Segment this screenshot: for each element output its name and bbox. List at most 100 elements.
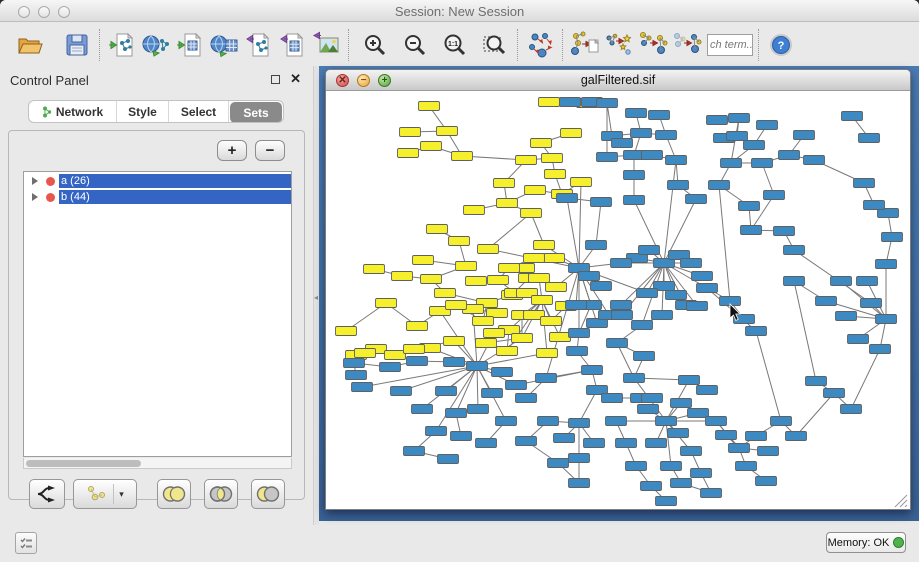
network-node-blue[interactable]: [806, 377, 827, 386]
zoom-out-button[interactable]: [398, 28, 432, 62]
network-node-blue[interactable]: [746, 432, 767, 441]
tab-style[interactable]: Style: [117, 101, 169, 122]
network-node-blue[interactable]: [516, 394, 537, 403]
network-node-blue[interactable]: [861, 299, 882, 308]
network-node-blue[interactable]: [692, 272, 713, 281]
set-union-button[interactable]: [157, 479, 191, 509]
export-table-button[interactable]: [275, 28, 309, 62]
network-node-blue[interactable]: [352, 383, 373, 392]
network-node-yellow[interactable]: [464, 206, 485, 215]
network-node-yellow[interactable]: [525, 186, 546, 195]
set-difference-button[interactable]: [251, 479, 285, 509]
network-node-yellow[interactable]: [561, 129, 582, 138]
set-row-a[interactable]: a (26): [24, 174, 291, 188]
network-node-yellow[interactable]: [413, 256, 434, 265]
network-node-yellow[interactable]: [400, 128, 421, 137]
network-node-blue[interactable]: [752, 159, 773, 168]
float-panel-icon[interactable]: [271, 75, 280, 84]
network-node-blue[interactable]: [624, 196, 645, 205]
network-node-yellow[interactable]: [385, 351, 406, 360]
help-button[interactable]: ?: [764, 28, 798, 62]
network-node-yellow[interactable]: [421, 142, 442, 151]
network-node-blue[interactable]: [611, 259, 632, 268]
network-node-blue[interactable]: [758, 447, 779, 456]
network-node-blue[interactable]: [496, 417, 517, 426]
network-node-yellow[interactable]: [446, 301, 467, 310]
network-node-blue[interactable]: [536, 374, 557, 383]
network-node-blue[interactable]: [779, 151, 800, 160]
import-table-file-button[interactable]: [173, 28, 207, 62]
network-node-yellow[interactable]: [364, 265, 385, 274]
network-node-yellow[interactable]: [355, 349, 376, 358]
show-all-button[interactable]: [670, 28, 704, 62]
network-node-blue[interactable]: [804, 156, 825, 165]
network-node-yellow[interactable]: [473, 317, 494, 326]
network-node-blue[interactable]: [557, 194, 578, 203]
network-node-yellow[interactable]: [499, 264, 520, 273]
network-node-blue[interactable]: [771, 417, 792, 426]
network-node-blue[interactable]: [697, 386, 718, 395]
expand-triangle-icon[interactable]: [32, 177, 38, 185]
memory-status-button[interactable]: Memory: OK: [826, 532, 906, 553]
network-node-blue[interactable]: [586, 241, 607, 250]
horizontal-scrollbar[interactable]: [23, 458, 292, 469]
network-node-blue[interactable]: [666, 156, 687, 165]
network-node-blue[interactable]: [859, 134, 880, 143]
network-node-blue[interactable]: [876, 315, 897, 324]
remove-set-button[interactable]: −: [255, 140, 285, 161]
network-view[interactable]: [326, 91, 910, 510]
network-node-blue[interactable]: [626, 462, 647, 471]
network-node-blue[interactable]: [451, 432, 472, 441]
export-network-button[interactable]: [241, 28, 275, 62]
zoom-selected-button[interactable]: [478, 28, 512, 62]
network-node-blue[interactable]: [607, 339, 628, 348]
network-node-blue[interactable]: [784, 246, 805, 255]
network-node-yellow[interactable]: [407, 322, 428, 331]
network-node-blue[interactable]: [346, 371, 367, 380]
network-node-blue[interactable]: [756, 477, 777, 486]
network-node-blue[interactable]: [697, 284, 718, 293]
network-node-blue[interactable]: [721, 159, 742, 168]
network-node-yellow[interactable]: [452, 152, 473, 161]
network-node-blue[interactable]: [857, 277, 878, 286]
network-node-blue[interactable]: [404, 447, 425, 456]
network-node-blue[interactable]: [632, 321, 653, 330]
network-node-yellow[interactable]: [544, 254, 565, 263]
network-node-blue[interactable]: [591, 282, 612, 291]
combo-arrow-icon[interactable]: ▾: [119, 489, 124, 500]
network-node-blue[interactable]: [709, 181, 730, 190]
network-node-blue[interactable]: [444, 358, 465, 367]
apply-layout-button[interactable]: [523, 28, 557, 62]
network-node-yellow[interactable]: [529, 274, 550, 283]
network-node-blue[interactable]: [579, 272, 600, 281]
network-edge[interactable]: [579, 182, 581, 268]
network-edge[interactable]: [794, 281, 816, 381]
network-node-blue[interactable]: [729, 444, 750, 453]
zoom-in-button[interactable]: [358, 28, 392, 62]
network-node-blue[interactable]: [854, 179, 875, 188]
network-node-blue[interactable]: [784, 277, 805, 286]
network-frame-titlebar[interactable]: ✕ − + galFiltered.sif: [326, 70, 910, 91]
network-node-yellow[interactable]: [404, 345, 425, 354]
network-node-yellow[interactable]: [571, 178, 592, 187]
network-node-blue[interactable]: [569, 419, 590, 428]
network-node-blue[interactable]: [848, 335, 869, 344]
network-edge[interactable]: [756, 331, 781, 421]
network-node-blue[interactable]: [701, 489, 722, 498]
network-node-yellow[interactable]: [521, 209, 542, 218]
network-node-blue[interactable]: [876, 260, 897, 269]
network-edge[interactable]: [617, 343, 634, 378]
network-node-blue[interactable]: [407, 357, 428, 366]
network-node-blue[interactable]: [741, 226, 762, 235]
network-node-blue[interactable]: [681, 259, 702, 268]
network-node-blue[interactable]: [476, 439, 497, 448]
network-node-yellow[interactable]: [484, 329, 505, 338]
network-node-yellow[interactable]: [476, 339, 497, 348]
network-node-blue[interactable]: [656, 131, 677, 140]
network-node-yellow[interactable]: [444, 337, 465, 346]
set-intersection-button[interactable]: [204, 479, 238, 509]
network-node-yellow[interactable]: [532, 296, 553, 305]
network-node-blue[interactable]: [666, 291, 687, 300]
network-node-blue[interactable]: [716, 431, 737, 440]
network-node-yellow[interactable]: [537, 349, 558, 358]
